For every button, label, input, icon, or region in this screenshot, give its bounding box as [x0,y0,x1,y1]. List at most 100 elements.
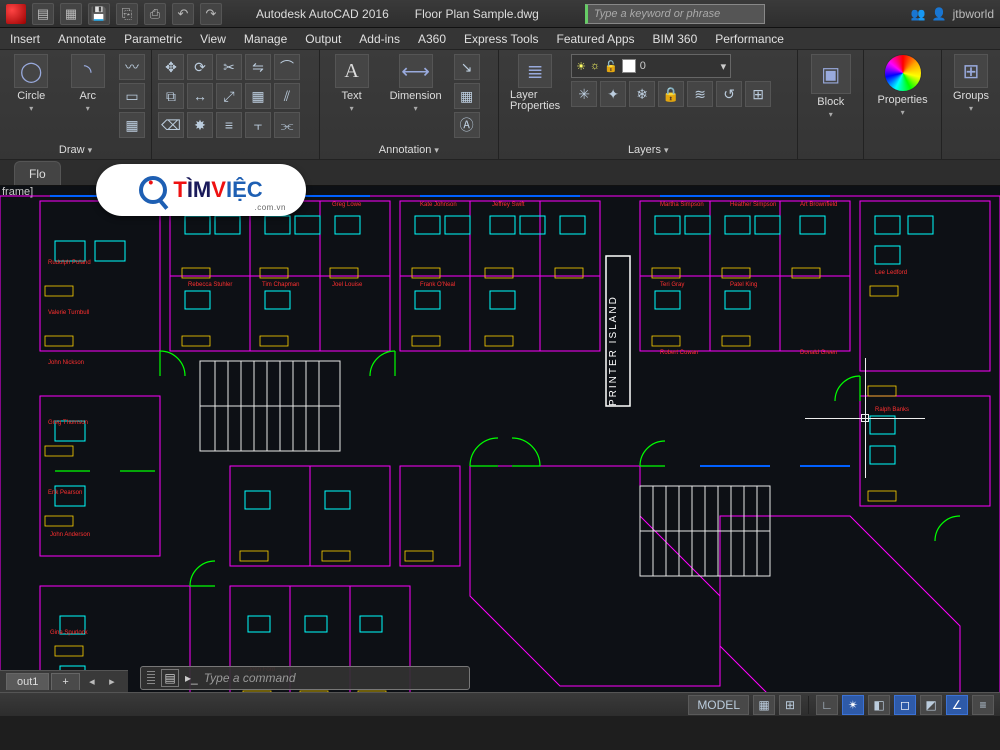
groups-label: Groups [953,90,989,102]
copy-icon[interactable]: ⧉ [158,83,184,109]
rotate-icon[interactable]: ⟳ [187,54,213,80]
mtext-icon[interactable]: Ⓐ [454,112,480,138]
signin-icon[interactable]: 👥 [911,7,926,21]
grid-toggle-icon[interactable]: ▦ [753,695,775,715]
cmdline-recent-icon[interactable]: ▤ [161,669,179,687]
tab-expresstools[interactable]: Express Tools [464,32,538,46]
title-bar: ▤ ▦ 💾 ⎘ ⎙ ↶ ↷ Autodesk AutoCAD 2016 Floo… [0,0,1000,28]
qat-plot-icon[interactable]: ⎙ [144,3,166,25]
properties-button[interactable]: Properties▾ [871,54,935,117]
erase-icon[interactable]: ⌫ [158,112,184,138]
floorplan-svg: Rudolph PolandValerie Turnbull John Nick… [0,186,1000,716]
command-line[interactable]: ▤ ▸_ Type a command [140,666,470,690]
layer-prev-icon[interactable]: ↺ [716,81,742,107]
user-avatar-icon[interactable]: 👤 [932,7,947,21]
qat-save-icon[interactable]: 💾 [88,3,110,25]
tab-manage[interactable]: Manage [244,32,287,46]
layout-tab-add[interactable]: + [51,673,79,690]
isodraft-icon[interactable]: ◧ [868,695,890,715]
layer-states-icon[interactable]: ⊞ [745,81,771,107]
modelspace-button[interactable]: MODEL [688,695,749,715]
3dosnap-icon[interactable]: ◩ [920,695,942,715]
cmdline-placeholder: Type a command [204,671,296,685]
polar-toggle-icon[interactable]: ✴ [842,695,864,715]
file-tab[interactable]: Flo [14,161,61,185]
overlay-watermark: • TÌMVIỆC .com.vn [96,164,306,216]
ortho-toggle-icon[interactable]: ∟ [816,695,838,715]
help-search-input[interactable]: Type a keyword or phrase [585,4,765,24]
panel-layers-title[interactable]: Layers [628,144,669,156]
qat-new-icon[interactable]: ▤ [32,3,54,25]
explode-icon[interactable]: ✸ [187,112,213,138]
app-logo-icon[interactable] [6,4,26,24]
panel-draw-title[interactable]: Draw [59,144,92,156]
tab-output[interactable]: Output [305,32,341,46]
qat-open-icon[interactable]: ▦ [60,3,82,25]
align-icon[interactable]: ≡ [216,112,242,138]
arc-button[interactable]: ◝Arc▾ [63,54,114,113]
tab-addins[interactable]: Add-ins [359,32,400,46]
layer-match-icon[interactable]: ≋ [687,81,713,107]
properties-label: Properties [878,94,928,106]
tab-a360[interactable]: A360 [418,32,446,46]
cmdline-grip-icon[interactable] [147,671,155,685]
hatch-icon[interactable]: ▦ [119,112,145,138]
polyline-icon[interactable]: 〰 [119,54,145,80]
panel-annotation-title[interactable]: Annotation [379,144,439,156]
circle-button[interactable]: ◯Circle▾ [6,54,57,113]
leader-icon[interactable]: ↘ [454,54,480,80]
offset-icon[interactable]: ⫽ [274,83,300,109]
fillet-icon[interactable]: ⌒ [274,54,300,80]
layer-iso-icon[interactable]: ✦ [600,81,626,107]
stretch-icon[interactable]: ↔ [187,83,213,109]
username-label[interactable]: jtbworld [953,7,994,21]
svg-text:Tim Chapman: Tim Chapman [262,282,299,288]
layout-nav-left-icon[interactable]: ◂ [82,675,102,688]
break-icon[interactable]: ⫟ [245,112,271,138]
tab-view[interactable]: View [200,32,226,46]
rectangle-icon[interactable]: ▭ [119,83,145,109]
layout-nav-right-icon[interactable]: ▸ [102,675,122,688]
layer-dropdown[interactable]: ☀☼🔓 0 ▾ [571,54,731,78]
layer-freeze-icon[interactable]: ❄ [629,81,655,107]
tab-insert[interactable]: Insert [10,32,40,46]
layer-lock-icon[interactable]: 🔒 [658,81,684,107]
ribbon-tab-strip: Insert Annotate Parametric View Manage O… [0,28,1000,50]
svg-text:Robert Cowan: Robert Cowan [660,350,698,356]
tab-parametric[interactable]: Parametric [124,32,182,46]
mirror-icon[interactable]: ⇋ [245,54,271,80]
current-layer-label: 0 [640,60,646,72]
panel-modify-title[interactable] [158,141,313,159]
tab-featuredapps[interactable]: Featured Apps [556,32,634,46]
layer-properties-button[interactable]: ≣ Layer Properties [505,54,565,112]
qat-saveas-icon[interactable]: ⎘ [116,3,138,25]
table-icon[interactable]: ▦ [454,83,480,109]
lineweight-toggle-icon[interactable]: ≡ [972,695,994,715]
block-button[interactable]: ▣Block▾ [805,54,857,119]
layer-off-icon[interactable]: ✳ [571,81,597,107]
text-button[interactable]: AText▾ [326,54,378,113]
tab-bim360[interactable]: BIM 360 [653,32,698,46]
svg-text:Donald Green: Donald Green [800,350,837,356]
osnap-toggle-icon[interactable]: ◻ [894,695,916,715]
grid-display-icon[interactable]: ⊞ [779,695,801,715]
qat-redo-icon[interactable]: ↷ [200,3,222,25]
svg-text:Lee Ledford: Lee Ledford [875,270,907,276]
qat-undo-icon[interactable]: ↶ [172,3,194,25]
svg-text:Gina Spurlock: Gina Spurlock [50,630,89,636]
layout-tab[interactable]: out1 [6,673,49,690]
svg-text:Jeffrey Swift: Jeffrey Swift [492,202,525,208]
tab-annotate[interactable]: Annotate [58,32,106,46]
trim-icon[interactable]: ✂ [216,54,242,80]
groups-button[interactable]: ⊞Groups▾ [948,54,994,113]
drawing-canvas[interactable]: frame] [0,186,1000,716]
tab-performance[interactable]: Performance [715,32,784,46]
move-icon[interactable]: ✥ [158,54,184,80]
join-icon[interactable]: ⫘ [274,112,300,138]
dimension-button[interactable]: ⟷Dimension▾ [384,54,448,113]
scale-icon[interactable]: ⤢ [216,83,242,109]
svg-text:Rebecca Stuhler: Rebecca Stuhler [188,282,232,288]
otrack-toggle-icon[interactable]: ∠ [946,695,968,715]
array-icon[interactable]: ▦ [245,83,271,109]
colorwheel-icon [884,54,922,92]
